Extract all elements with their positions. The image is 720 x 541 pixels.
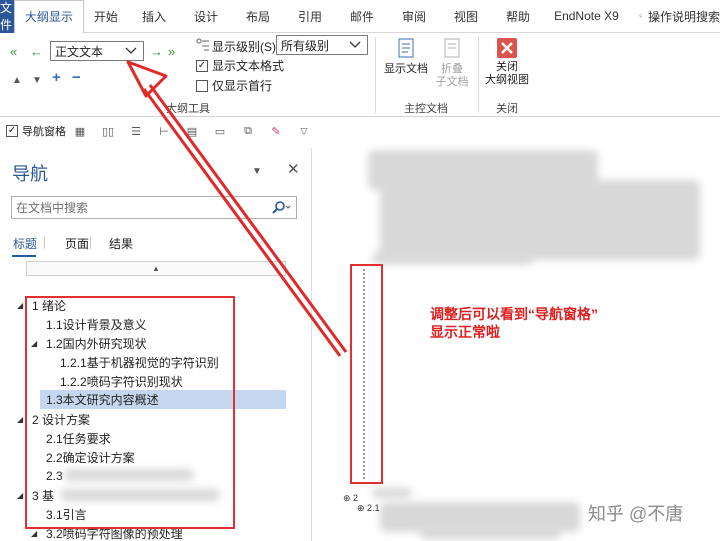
annotation-arrow bbox=[126, 60, 348, 357]
